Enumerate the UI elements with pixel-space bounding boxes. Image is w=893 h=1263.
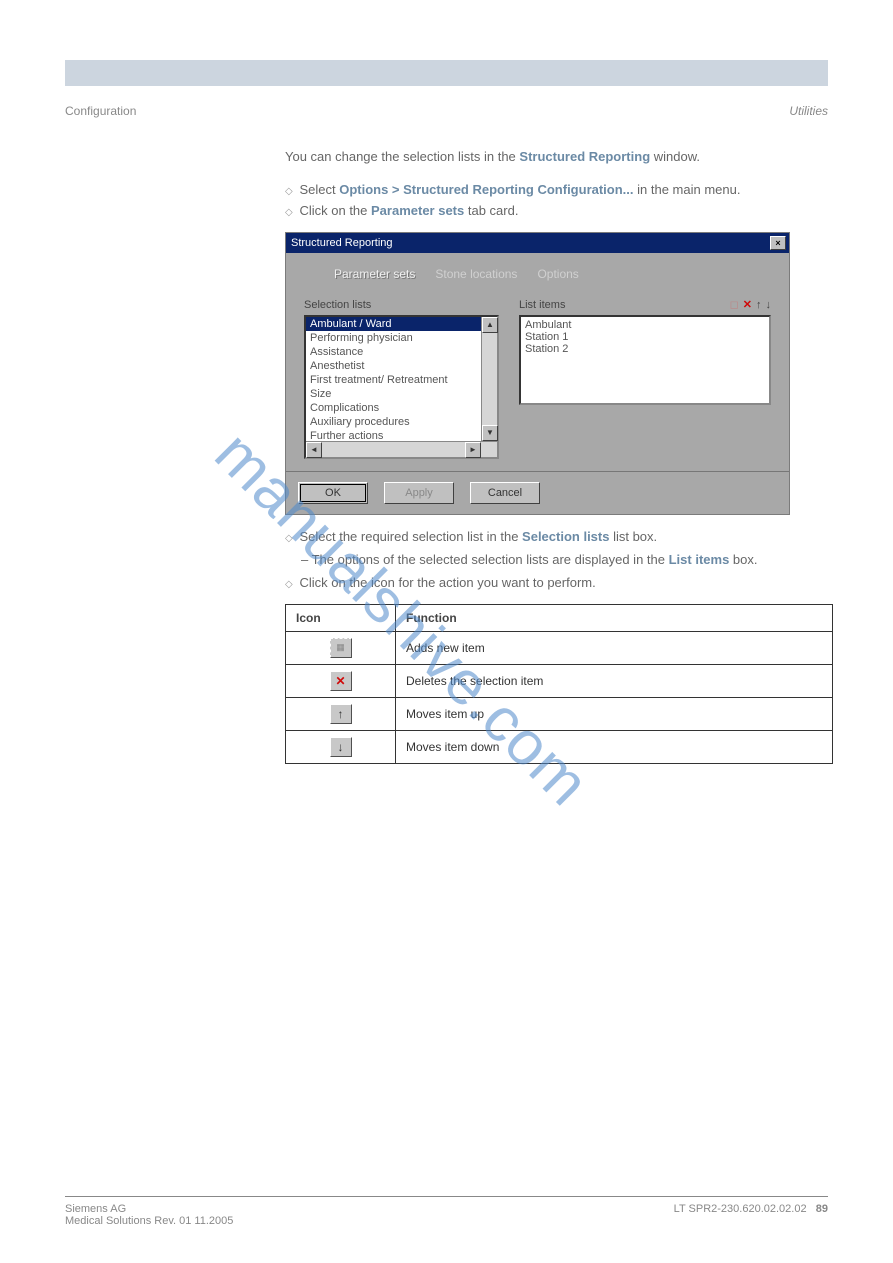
footer-docnum: LT SPR2-230.620.02.02.02 (674, 1203, 807, 1215)
table-row: ✕ Deletes the selection item (286, 665, 833, 698)
page-footer: Siemens AG Medical Solutions Rev. 01 11.… (65, 1196, 828, 1227)
selection-label-text: Selection lists (304, 299, 371, 311)
dialog-footer: OK Apply Cancel (286, 471, 789, 514)
list-items-toolbar: ◻ ✕ ↑ ↓ (730, 300, 771, 311)
selection-lists-listbox[interactable]: Ambulant / Ward Performing physician Ass… (304, 315, 499, 459)
footer-rev: Medical Solutions Rev. 01 11.2005 (65, 1215, 233, 1227)
p1-blue: Selection lists (522, 529, 609, 544)
step-1-blue: Options > Structured Reporting Configura… (339, 182, 633, 197)
tab-parameter-sets[interactable]: Parameter sets (334, 267, 415, 281)
p2-prefix: The options of the selected selection li… (312, 552, 669, 567)
move-up-icon[interactable]: ↑ (756, 300, 762, 311)
step-2-blue: Parameter sets (371, 203, 464, 218)
p1-prefix: Select the required selection list in th… (299, 529, 522, 544)
list-item[interactable]: Station 1 (525, 331, 765, 343)
step-1-suffix: in the main menu. (634, 182, 741, 197)
scroll-down-icon[interactable]: ▼ (482, 425, 498, 441)
list-item[interactable]: Auxiliary procedures (306, 415, 497, 429)
step-1: Select Options > Structured Reporting Co… (285, 182, 828, 197)
intro-suffix: window. (650, 149, 700, 164)
scroll-left-icon[interactable]: ◄ (306, 442, 322, 458)
add-new-icon: ▦ (330, 638, 352, 658)
list-items-label-row: List items ◻ ✕ ↑ ↓ (519, 299, 771, 311)
th-icon: Icon (286, 605, 396, 632)
dialog-body: Parameter sets Stone locations Options S… (286, 253, 789, 471)
step-2-prefix: Click on the (299, 203, 371, 218)
list-item[interactable]: First treatment/ Retreatment (306, 373, 497, 387)
p3-text: Click on the icon for the action you wan… (299, 575, 595, 590)
dialog-figure: Structured Reporting × Parameter sets St… (285, 232, 828, 515)
row-function: Adds new item (396, 632, 833, 665)
add-icon[interactable]: ◻ (730, 300, 739, 311)
selection-list-items: Ambulant / Ward Performing physician Ass… (306, 317, 497, 457)
footer-pagenum: 89 (816, 1203, 828, 1215)
step-1-prefix: Select (299, 182, 339, 197)
list-item[interactable]: Station 2 (525, 343, 765, 355)
close-icon[interactable]: × (770, 236, 786, 250)
list-item[interactable]: Ambulant (525, 319, 765, 331)
cancel-button[interactable]: Cancel (470, 482, 540, 504)
list-items-label: List items (519, 299, 565, 311)
table-row: ▦ Adds new item (286, 632, 833, 665)
step-2: Click on the Parameter sets tab card. (285, 203, 828, 218)
header-row: Configuration Utilities (65, 104, 828, 118)
selection-lists-label: Selection lists (304, 299, 499, 311)
footer-brand: Siemens AG (65, 1203, 126, 1215)
icon-table-block: Icon Function ▦ Adds new item ✕ Deletes … (65, 604, 828, 764)
row-function: Moves item up (396, 698, 833, 731)
post-steps: Select the required selection list in th… (65, 529, 828, 590)
intro-prefix: You can change the selection lists in th… (285, 149, 519, 164)
row-function: Deletes the selection item (396, 665, 833, 698)
delete-item-icon: ✕ (330, 671, 352, 691)
p1-suffix: list box. (609, 529, 657, 544)
structured-reporting-dialog: Structured Reporting × Parameter sets St… (285, 232, 790, 515)
post-step-3: Click on the icon for the action you wan… (285, 575, 828, 590)
horizontal-scrollbar[interactable]: ◄ ► (306, 441, 497, 457)
steps-list: Select Options > Structured Reporting Co… (65, 182, 828, 218)
icon-function-table: Icon Function ▦ Adds new item ✕ Deletes … (285, 604, 833, 764)
p2-blue: List items (669, 552, 730, 567)
list-items-listbox[interactable]: Ambulant Station 1 Station 2 (519, 315, 771, 405)
intro-paragraph: You can change the selection lists in th… (65, 148, 828, 166)
vertical-scrollbar[interactable]: ▲ ▼ (481, 317, 497, 457)
move-down-arrow-icon: ↓ (330, 737, 352, 757)
header-left: Configuration (65, 104, 136, 118)
lists-row: Selection lists Ambulant / Ward Performi… (304, 299, 771, 459)
header-bar (65, 60, 828, 86)
th-function: Function (396, 605, 833, 632)
list-item[interactable]: Performing physician (306, 331, 497, 345)
tabs-row: Parameter sets Stone locations Options (304, 267, 771, 281)
table-header-row: Icon Function (286, 605, 833, 632)
list-item[interactable]: Size (306, 387, 497, 401)
apply-button[interactable]: Apply (384, 482, 454, 504)
p2-suffix: box. (729, 552, 757, 567)
scroll-right-icon[interactable]: ► (465, 442, 481, 458)
delete-icon[interactable]: ✕ (743, 300, 752, 311)
intro-blue: Structured Reporting (519, 149, 650, 164)
dialog-titlebar[interactable]: Structured Reporting × (286, 233, 789, 253)
move-up-arrow-icon: ↑ (330, 704, 352, 724)
list-item[interactable]: Complications (306, 401, 497, 415)
list-items-column: List items ◻ ✕ ↑ ↓ Ambulant Station 1 (519, 299, 771, 459)
move-down-icon[interactable]: ↓ (766, 300, 772, 311)
page: Configuration Utilities You can change t… (0, 0, 893, 804)
list-item[interactable]: Anesthetist (306, 359, 497, 373)
ok-button[interactable]: OK (298, 482, 368, 504)
tab-stone-locations[interactable]: Stone locations (435, 267, 517, 281)
list-item[interactable]: Assistance (306, 345, 497, 359)
step-2-suffix: tab card. (464, 203, 518, 218)
selection-lists-column: Selection lists Ambulant / Ward Performi… (304, 299, 499, 459)
result-line: The options of the selected selection li… (301, 552, 828, 567)
header-right: Utilities (789, 104, 828, 118)
table-row: ↓ Moves item down (286, 731, 833, 764)
scroll-up-icon[interactable]: ▲ (482, 317, 498, 333)
post-step-1: Select the required selection list in th… (285, 529, 828, 544)
row-function: Moves item down (396, 731, 833, 764)
dialog-title: Structured Reporting (291, 237, 393, 249)
footer-right: LT SPR2-230.620.02.02.02 89 (674, 1203, 828, 1227)
table-row: ↑ Moves item up (286, 698, 833, 731)
footer-left: Siemens AG Medical Solutions Rev. 01 11.… (65, 1203, 674, 1227)
tab-options[interactable]: Options (537, 267, 578, 281)
list-item[interactable]: Ambulant / Ward (306, 317, 497, 331)
